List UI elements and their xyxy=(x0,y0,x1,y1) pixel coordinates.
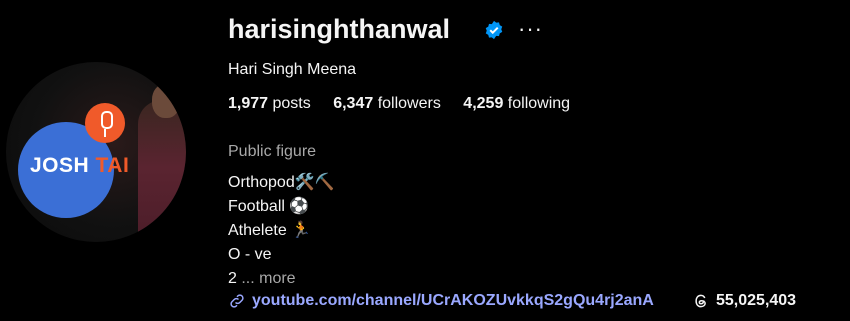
profile-link-row: youtube.com/channel/UCrAKOZUvkkqS2gQu4rj… xyxy=(228,292,654,310)
avatar-person-figure xyxy=(138,100,186,242)
bio-more-link[interactable]: ... more xyxy=(241,270,295,287)
profile-bio: Orthopod🛠️⛏️ Football ⚽ Athelete 🏃 O - v… xyxy=(228,171,335,291)
link-icon xyxy=(230,294,244,308)
threads-count: 55,025,403 xyxy=(716,292,797,309)
profile-category: Public figure xyxy=(228,143,317,160)
profile-avatar[interactable]: JOSH TAI xyxy=(6,62,186,242)
profile-full-name: Hari Singh Meena xyxy=(228,61,357,78)
threads-icon xyxy=(695,294,706,308)
bio-line: Football ⚽ xyxy=(228,198,310,215)
avatar-person-head xyxy=(152,84,180,118)
avatar-logo-text: JOSH TAI xyxy=(30,154,130,177)
bio-line: 2 ... more xyxy=(228,270,296,287)
followers-stat[interactable]: 6,347 followers xyxy=(333,95,441,112)
bio-line: Orthopod🛠️⛏️ xyxy=(228,174,335,191)
following-stat[interactable]: 4,259 following xyxy=(463,95,570,112)
more-options-icon[interactable]: ··· xyxy=(518,16,543,42)
microphone-icon xyxy=(85,103,125,143)
verified-badge-icon xyxy=(485,20,503,40)
posts-stat[interactable]: 1,977 posts xyxy=(228,95,311,112)
threads-badge[interactable]: 55,025,403 xyxy=(692,292,796,310)
bio-line: Athelete 🏃 xyxy=(228,222,312,239)
bio-line: O - ve xyxy=(228,246,272,263)
profile-username[interactable]: harisinghthanwal xyxy=(228,14,450,45)
profile-stats: 1,977 posts 6,347 followers 4,259 follow… xyxy=(228,95,588,113)
external-link[interactable]: youtube.com/channel/UCrAKOZUvkkqS2gQu4rj… xyxy=(252,292,654,310)
